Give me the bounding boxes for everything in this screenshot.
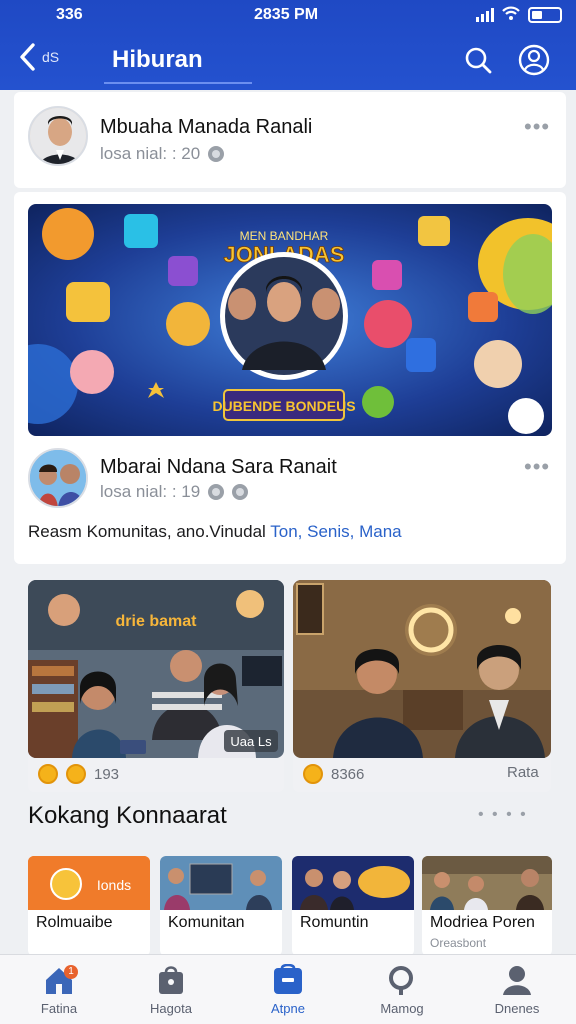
more-options-button[interactable]: ••• <box>524 114 550 140</box>
cafe-photo-illustration <box>293 580 551 758</box>
community-tile[interactable]: Modriea Poren Oreasbont <box>422 856 552 956</box>
banner-subtitle: DUBENDE BONDEUS <box>212 398 355 414</box>
friends-icon <box>232 484 249 500</box>
section-title: Kokang Konnaarat <box>28 802 227 829</box>
tab-label: Hagota <box>150 1001 192 1016</box>
tile-thumbnail: Ionds <box>28 856 150 910</box>
reaction-row[interactable]: 193 <box>38 764 119 784</box>
post-meta: losa nial: : 19 <box>100 482 249 502</box>
group-avatar-icon <box>30 450 86 506</box>
cafe-photo[interactable] <box>293 580 551 758</box>
reaction-count: 8366 <box>331 765 365 783</box>
status-time-left: 336 <box>56 6 83 23</box>
post-author[interactable]: Mbarai Ndana Sara Ranait <box>100 456 337 479</box>
community-tile[interactable]: Ionds Rolmuaibe <box>28 856 150 956</box>
back-label: dS <box>42 49 60 65</box>
community-photo-illustration: drie bamat Uaa Ls <box>28 580 284 758</box>
nav-bar: dS Hiburan <box>0 38 576 84</box>
more-options-button[interactable]: ••• <box>524 454 550 480</box>
post-links[interactable]: Ton, Senis, Mana <box>270 522 401 541</box>
post-card-2: MEN BANDHAR JONLADAS DUBENDE BONDEUS Mba… <box>14 192 566 564</box>
wow-emoji-icon <box>66 764 86 784</box>
signal-icon <box>476 7 494 22</box>
tab-groups[interactable]: Hagota <box>126 963 216 1016</box>
back-button[interactable]: dS <box>18 42 59 72</box>
tile-photo <box>422 856 552 910</box>
community-tile[interactable]: Komunitan <box>160 856 282 956</box>
battery-icon <box>528 6 562 23</box>
search-icon <box>465 47 492 74</box>
tile-label: Komunitan <box>168 914 245 931</box>
post-meta: losa nial: : 20 <box>100 144 225 164</box>
tab-search[interactable]: Mamog <box>357 963 447 1016</box>
tile-sub: Oreasbont <box>430 936 487 950</box>
tab-label: Atpne <box>271 1001 305 1016</box>
globe-icon <box>208 484 225 500</box>
post-banner-image[interactable]: MEN BANDHAR JONLADAS DUBENDE BONDEUS <box>28 204 552 436</box>
reaction-label-text: Rata <box>507 764 539 781</box>
status-icons <box>476 6 562 23</box>
post-text: Reasm Komunitas, ano.Vinudal <box>28 522 271 541</box>
status-bar: 336 2835 PM <box>0 6 576 26</box>
reaction-count: 193 <box>94 765 120 783</box>
post-card-1: Mbuaha Manada Ranali losa nial: : 20 ••• <box>14 92 566 188</box>
page-title: Hiburan <box>112 46 203 73</box>
person-avatar-icon <box>30 108 86 164</box>
reaction-row[interactable]: 8366 <box>303 764 364 784</box>
title-underline <box>104 82 252 84</box>
tile-label: Modriea Poren <box>430 914 535 931</box>
bag-icon <box>154 963 188 997</box>
banner-illustration: MEN BANDHAR JONLADAS DUBENDE BONDEUS <box>28 204 552 436</box>
laugh-emoji-icon <box>38 764 58 784</box>
tile-photo <box>292 856 414 910</box>
notification-badge: 1 <box>64 965 78 979</box>
tab-label: Dnenes <box>494 1001 540 1016</box>
person-icon <box>500 963 534 997</box>
status-time: 2835 PM <box>254 6 319 23</box>
bottom-tab-bar: 1 Fatina Hagota Atpne Mamog Dnenes <box>0 954 576 1024</box>
tab-label: Fatina <box>40 1001 78 1016</box>
tile-thumbnail <box>292 856 414 910</box>
section-more-button[interactable]: • • • • <box>478 806 528 824</box>
wifi-icon <box>502 6 520 23</box>
magnifier-icon <box>385 963 419 997</box>
neon-sign: drie bamat <box>116 613 198 630</box>
reaction-label: Rata <box>507 764 539 781</box>
app-icon <box>271 963 305 997</box>
post-time: losa nial: : 19 <box>100 482 201 501</box>
tab-app[interactable]: Atpne <box>243 963 333 1016</box>
app-header: 336 2835 PM dS Hiburan <box>0 0 576 90</box>
photo-overlay-label: Uaa Ls <box>230 734 272 749</box>
post-time: losa nial: : 20 <box>100 144 201 163</box>
user-circle-icon <box>518 44 550 76</box>
search-button[interactable] <box>460 42 496 78</box>
tile-thumbnail <box>160 856 282 910</box>
tile-thumb-label: Ionds <box>97 877 131 893</box>
community-photo[interactable]: drie bamat Uaa Ls <box>28 580 284 758</box>
community-tile[interactable]: Romuntin <box>292 856 414 956</box>
tile-thumbnail <box>422 856 552 910</box>
banner-small-text: MEN BANDHAR <box>240 229 329 243</box>
media-card-left[interactable]: drie bamat Uaa Ls 193 <box>28 580 284 792</box>
chevron-left-icon <box>20 43 35 71</box>
smile-emoji-icon <box>303 764 323 784</box>
tab-label: Mamog <box>380 1001 424 1016</box>
avatar[interactable] <box>28 106 88 166</box>
post-author[interactable]: Mbuaha Manada Ranali <box>100 116 312 139</box>
post-body: Reasm Komunitas, ano.Vinudal Ton, Senis,… <box>28 522 402 542</box>
tab-home[interactable]: 1 Fatina <box>14 963 104 1016</box>
tab-profile[interactable]: Dnenes <box>472 963 562 1016</box>
media-card-right[interactable]: 8366 Rata <box>293 580 551 792</box>
globe-icon <box>208 146 225 162</box>
profile-button[interactable] <box>516 42 552 78</box>
tile-logo-icon: Ionds <box>28 856 150 910</box>
tile-label: Rolmuaibe <box>36 914 113 931</box>
tile-photo <box>160 856 282 910</box>
group-avatar[interactable] <box>28 448 88 508</box>
tile-label: Romuntin <box>300 914 369 931</box>
